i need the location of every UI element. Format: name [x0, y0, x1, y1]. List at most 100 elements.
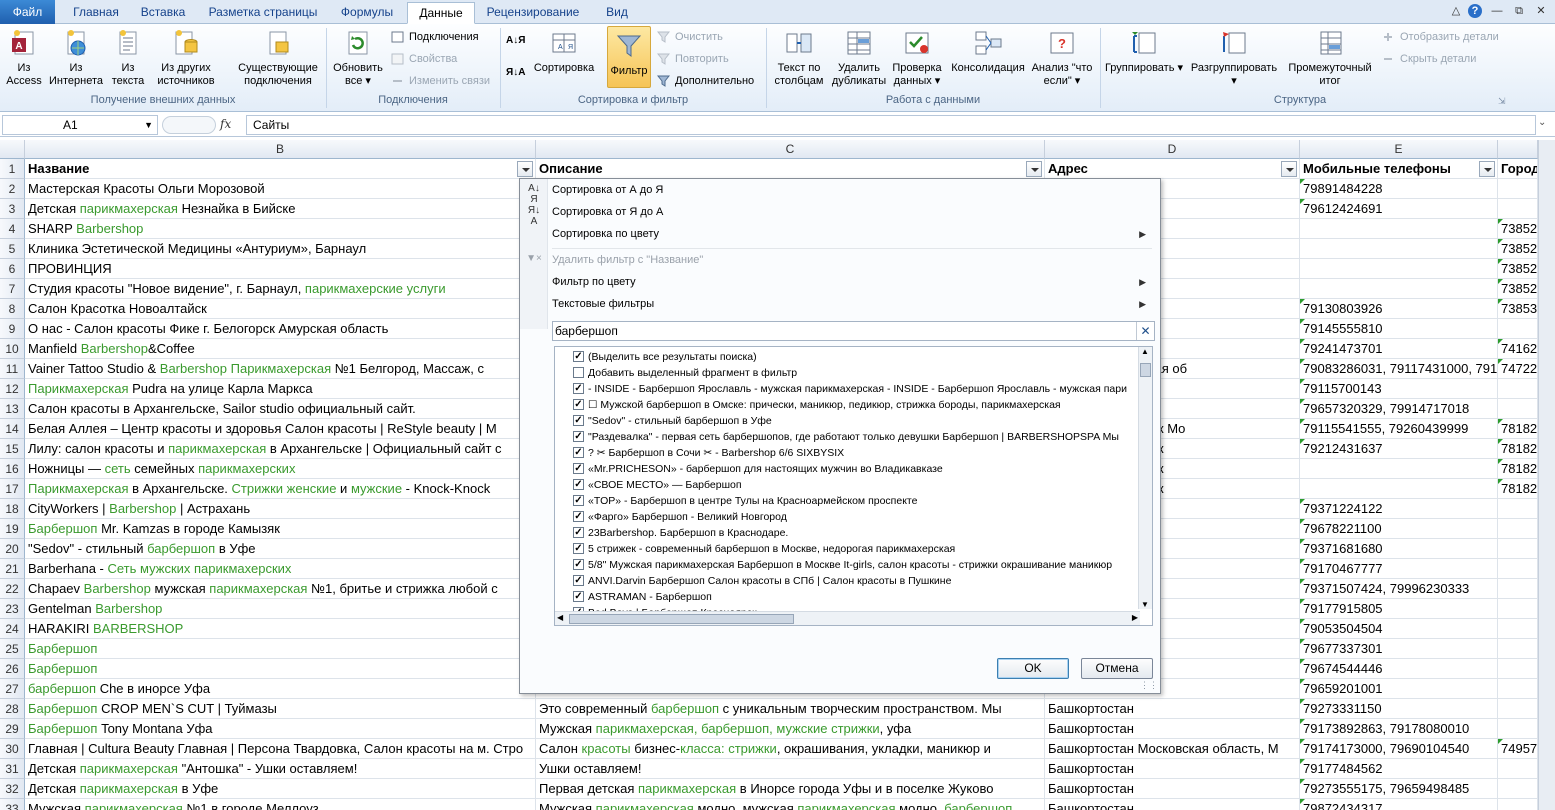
column-header-c[interactable]: C — [536, 140, 1045, 159]
row-header[interactable]: 24 — [0, 619, 25, 639]
cell-e[interactable]: 79657320329, 79914717018 — [1300, 399, 1498, 419]
formula-bar-splitter[interactable] — [162, 116, 216, 134]
row-header[interactable]: 5 — [0, 239, 25, 259]
checkbox[interactable]: ✓ — [573, 383, 584, 394]
expand-formula-bar-icon[interactable]: ⌄ — [1538, 117, 1546, 128]
row-header[interactable]: 17 — [0, 479, 25, 499]
cell-b[interactable]: Детская парикмахерская в Уфе — [25, 779, 536, 799]
cell-e[interactable]: 79371507424, 79996230333 — [1300, 579, 1498, 599]
cell-d[interactable]: Башкортостан Московская область, М — [1045, 739, 1300, 759]
row-header[interactable]: 6 — [0, 259, 25, 279]
tab-page-layout[interactable]: Разметка страницы — [202, 2, 324, 24]
cell-e[interactable]: 79083286031, 79117431000, 7916 — [1300, 359, 1498, 379]
cell-f[interactable] — [1498, 319, 1538, 339]
filter-list-item[interactable]: ✓ «TOP» - Барбершоп в центре Тулы на Крас… — [573, 493, 1138, 509]
cell-f[interactable]: 78182 — [1498, 459, 1538, 479]
row-header[interactable]: 19 — [0, 519, 25, 539]
hide-detail-button[interactable]: Скрыть детали — [1380, 50, 1476, 68]
cell-b[interactable]: Manfield Barbershop&Coffee — [25, 339, 536, 359]
checkbox[interactable]: ✓ — [573, 479, 584, 490]
tab-formulas[interactable]: Формулы — [333, 2, 401, 24]
row-header[interactable]: 12 — [0, 379, 25, 399]
minimize-window-icon[interactable]: — — [1490, 4, 1504, 18]
filter-list-item[interactable]: ✓ 5/8" Мужская парикмахерская Барбершоп в… — [573, 557, 1138, 573]
select-all-corner[interactable] — [0, 140, 25, 159]
filter-list-item[interactable]: ✓ ANVI.Darvin Барбершоп Салон красоты в С… — [573, 573, 1138, 589]
menu-sort-az[interactable]: Сортировка от А до Я — [552, 179, 1152, 201]
cell-b[interactable]: Мастерская Красоты Ольги Морозовой — [25, 179, 536, 199]
edit-links-button[interactable]: Изменить связи — [389, 72, 490, 90]
cell-e[interactable]: 79053504504 — [1300, 619, 1498, 639]
tab-home[interactable]: Главная — [66, 2, 126, 24]
name-box[interactable]: A1 ▼ — [2, 115, 158, 135]
cell-b[interactable]: О нас - Салон красоты Фике г. Белогорск … — [25, 319, 536, 339]
cell-b[interactable]: Chapaev Barbershop мужская парикмахерска… — [25, 579, 536, 599]
cell-c[interactable]: Мужская парикмахерская модно, мужская па… — [536, 799, 1045, 810]
cell-e[interactable]: 79371224122 — [1300, 499, 1498, 519]
filter-dropdown-button[interactable] — [1026, 161, 1042, 177]
cell-f[interactable] — [1498, 539, 1538, 559]
cell-b[interactable]: Ножницы — сеть семейных парикмахерских — [25, 459, 536, 479]
cell-e[interactable]: 79145555810 — [1300, 319, 1498, 339]
scroll-thumb[interactable] — [569, 614, 794, 624]
formula-input[interactable]: Сайты — [246, 115, 1536, 135]
cell-f[interactable] — [1498, 639, 1538, 659]
checkbox[interactable]: ✓ — [573, 431, 584, 442]
column-header-b[interactable]: B — [25, 140, 536, 159]
from-access-button[interactable]: A Из Access — [4, 28, 44, 88]
cell-e[interactable]: 79371681680 — [1300, 539, 1498, 559]
cell-f[interactable]: 73852 — [1498, 259, 1538, 279]
dialog-launcher-icon[interactable]: ⇲ — [1498, 96, 1506, 107]
cell-e[interactable]: 79891484228 — [1300, 179, 1498, 199]
cell-d[interactable]: Башкортостан — [1045, 779, 1300, 799]
reapply-button[interactable]: Повторить — [655, 50, 729, 68]
cell-c[interactable]: Первая детская парикмахерская в Инорсе г… — [536, 779, 1045, 799]
cell-e[interactable]: 79212431637 — [1300, 439, 1498, 459]
restore-window-icon[interactable]: ⧉ — [1512, 4, 1526, 18]
row-header[interactable]: 32 — [0, 779, 25, 799]
row-header[interactable]: 28 — [0, 699, 25, 719]
row-header[interactable]: 20 — [0, 539, 25, 559]
filter-list-item[interactable]: ✓ «СВОЕ МЕСТО» — Барбершоп — [573, 477, 1138, 493]
cell-e[interactable]: 79273331150 — [1300, 699, 1498, 719]
row-header[interactable]: 29 — [0, 719, 25, 739]
cell-e[interactable] — [1300, 479, 1498, 499]
tab-data[interactable]: Данные — [407, 2, 475, 24]
cell-f[interactable] — [1498, 719, 1538, 739]
cell-b[interactable]: CityWorkers | Barbershop | Астрахань — [25, 499, 536, 519]
from-other-sources-button[interactable]: Из других источников — [150, 28, 222, 88]
existing-connections-button[interactable]: Существующие подключения — [234, 28, 322, 88]
cell-b[interactable]: Детская парикмахерская Незнайка в Бийске — [25, 199, 536, 219]
cell-b[interactable]: Парикмахерская в Архангельске. Стрижки ж… — [25, 479, 536, 499]
refresh-all-button[interactable]: Обновить все ▾ — [330, 28, 386, 88]
cell-e[interactable] — [1300, 259, 1498, 279]
ungroup-button[interactable]: Разгруппировать ▾ — [1188, 28, 1280, 88]
tab-file[interactable]: Файл — [0, 0, 55, 24]
cell-c[interactable]: Салон красоты бизнес-класса: стрижки, ок… — [536, 739, 1045, 759]
menu-text-filters[interactable]: Текстовые фильтры ▶ — [552, 293, 1152, 315]
cell-e[interactable]: 79174173000, 79690104540 — [1300, 739, 1498, 759]
cell-e[interactable]: 79173892863, 79178080010 — [1300, 719, 1498, 739]
remove-duplicates-button[interactable]: Удалить дубликаты — [830, 28, 888, 88]
menu-filter-by-color[interactable]: Фильтр по цвету ▶ — [552, 271, 1152, 293]
cell-b[interactable]: Vainer Tattoo Studio & Barbershop Парикм… — [25, 359, 536, 379]
cell-b[interactable]: Барбершоп Tony Montana Уфа — [25, 719, 536, 739]
cancel-button[interactable]: Отмена — [1081, 658, 1153, 679]
checkbox[interactable]: ✓ — [573, 511, 584, 522]
what-if-button[interactable]: ? Анализ "что если" ▾ — [1030, 28, 1094, 88]
cell-e[interactable]: 79115700143 — [1300, 379, 1498, 399]
header-cell-b[interactable]: Название — [25, 159, 536, 179]
row-header[interactable]: 15 — [0, 439, 25, 459]
cell-e[interactable] — [1300, 279, 1498, 299]
resize-grip-icon[interactable]: ⋮⋮ — [1140, 680, 1158, 691]
filter-button[interactable]: Фильтр — [607, 26, 651, 88]
checkbox[interactable]: ✓ — [573, 575, 584, 586]
checkbox[interactable] — [573, 367, 584, 378]
filter-value-list[interactable]: ✓ (Выделить все результаты поиска) Добавит… — [554, 346, 1153, 626]
filter-list-item[interactable]: ✓ 5 стрижек - современный барбершоп в Мос… — [573, 541, 1138, 557]
cell-b[interactable]: Студия красоты "Новое видение", г. Барна… — [25, 279, 536, 299]
from-web-button[interactable]: Из Интернета — [44, 28, 108, 88]
row-header[interactable]: 23 — [0, 599, 25, 619]
group-button[interactable]: Группировать ▾ — [1104, 28, 1184, 75]
scroll-right-icon[interactable]: ▶ — [1132, 613, 1138, 622]
